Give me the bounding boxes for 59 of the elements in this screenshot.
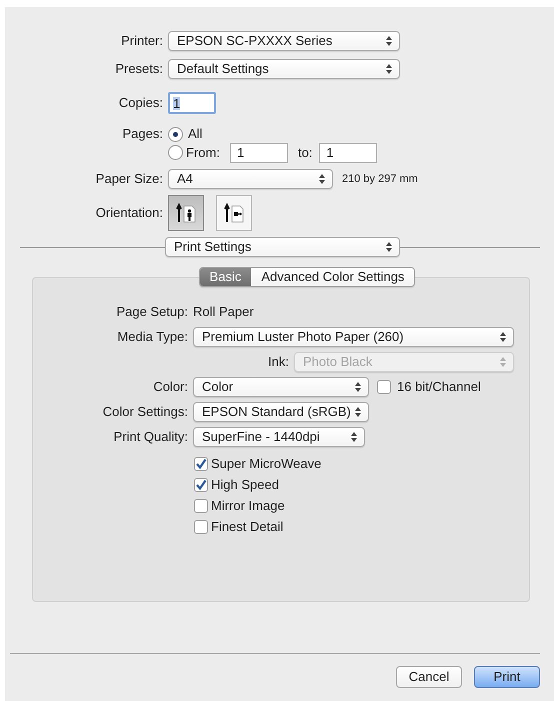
landscape-orientation-icon <box>223 202 245 224</box>
field-label: Orientation: <box>96 204 163 222</box>
field-label: Printer: <box>121 32 163 50</box>
checkmark-icon <box>195 458 207 470</box>
section-menu-select[interactable]: Print Settings <box>165 237 400 257</box>
field-label: Color: <box>153 378 188 396</box>
field-label: Copies: <box>118 94 163 112</box>
field-label: Presets: <box>115 60 163 78</box>
up-down-arrows-icon <box>500 332 506 342</box>
field-label: Print Quality: <box>114 428 188 446</box>
up-down-arrows-icon <box>351 432 357 442</box>
field-label: to: <box>298 144 312 162</box>
color-settings-select[interactable]: EPSON Standard (sRGB) <box>193 402 369 422</box>
checkbox-label: High Speed <box>211 476 279 494</box>
field-label: Color Settings: <box>102 403 188 422</box>
up-down-arrows-icon <box>500 357 506 367</box>
dialog-button[interactable]: Cancel <box>396 666 462 688</box>
checkbox[interactable] <box>194 457 208 471</box>
orientation-button[interactable] <box>168 195 204 231</box>
presets-select[interactable]: Default Settings <box>168 59 400 79</box>
color-select[interactable]: Color <box>193 377 369 397</box>
checkbox[interactable] <box>194 478 208 492</box>
field-label: Media Type: <box>117 328 188 346</box>
radio-label: All <box>188 125 202 144</box>
up-down-arrows-icon <box>355 407 361 417</box>
checkbox-label: Finest Detail <box>211 518 284 536</box>
printer-select[interactable]: EPSON SC-PXXXX Series <box>168 31 400 51</box>
up-down-arrows-icon <box>319 174 325 184</box>
print-quality-select[interactable]: SuperFine - 1440dpi <box>193 427 365 447</box>
checkbox[interactable] <box>194 499 208 513</box>
dialog-button[interactable]: Print <box>474 666 540 688</box>
up-down-arrows-icon <box>386 36 392 46</box>
to-page-field[interactable]: 1 <box>319 142 378 162</box>
orientation-button[interactable] <box>216 195 252 231</box>
field-label: Ink: <box>268 353 289 372</box>
field-label: Pages: <box>122 125 163 144</box>
up-down-arrows-icon <box>355 382 361 392</box>
up-down-arrows-icon <box>386 64 392 74</box>
checkbox[interactable] <box>377 380 391 394</box>
checkbox[interactable] <box>194 520 208 534</box>
tab[interactable]: Advanced Color Settings <box>251 268 414 286</box>
from-page-field[interactable]: 1 <box>230 142 288 162</box>
radio-button[interactable] <box>168 126 183 142</box>
radio-label: From: <box>186 144 220 162</box>
radio-button[interactable] <box>168 145 183 160</box>
paper-dimensions: 210 by 297 mm <box>342 172 418 187</box>
checkbox-label: 16 bit/Channel <box>397 378 481 396</box>
tab[interactable]: Basic <box>200 268 252 286</box>
up-down-arrows-icon <box>386 242 392 252</box>
portrait-orientation-icon <box>175 202 197 224</box>
checkmark-icon <box>195 479 207 491</box>
paper-size-select[interactable]: A4 <box>168 169 333 189</box>
checkbox-label: Mirror Image <box>211 497 285 516</box>
media-type-select[interactable]: Premium Luster Photo Paper (260) <box>193 327 514 347</box>
page-setup-value: Roll Paper <box>193 303 254 322</box>
copies-field[interactable]: 1 <box>168 92 216 114</box>
field-label: Page Setup: <box>116 303 188 322</box>
checkbox-label: Super MicroWeave <box>211 455 322 474</box>
field-label: Paper Size: <box>96 170 163 188</box>
